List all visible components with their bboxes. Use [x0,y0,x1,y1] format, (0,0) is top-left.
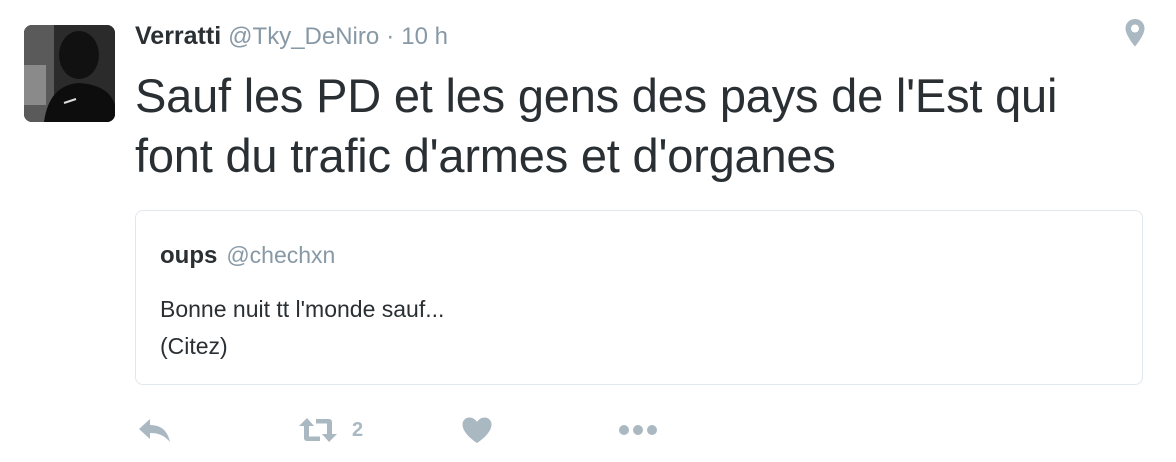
heart-icon [461,416,493,444]
tweet-text: Sauf les PD et les gens des pays de l'Es… [135,69,1058,182]
location-pin-icon[interactable] [1124,18,1146,48]
display-name[interactable]: Verratti [135,22,221,51]
timestamp[interactable]: 10 h [401,23,448,51]
retweet-icon [298,416,338,444]
tweet[interactable]: Verratti @Tky_DeNiro · 10 h Sauf les PD … [0,0,1176,462]
separator: · [386,23,395,50]
quoted-user-handle: @chechxn [226,242,336,268]
reply-button[interactable] [137,410,173,450]
retweet-button[interactable]: 2 [298,410,363,450]
reply-icon [137,416,173,444]
like-button[interactable] [461,410,493,450]
retweet-count: 2 [352,418,364,441]
quoted-tweet[interactable]: oups @chechxn Bonne nuit tt l'monde sauf… [135,210,1143,385]
more-options-button[interactable] [618,410,658,450]
quoted-display-name: oups [160,242,218,269]
avatar[interactable] [24,25,115,122]
more-icon [618,424,658,436]
quoted-tweet-header: oups @chechxn [160,242,335,270]
avatar-photo [24,25,115,122]
quoted-tweet-text: Bonne nuit tt l'monde sauf... (Citez) [160,296,445,359]
user-handle[interactable]: @Tky_DeNiro [228,23,379,51]
tweet-header: Verratti @Tky_DeNiro · 10 h [135,22,448,58]
